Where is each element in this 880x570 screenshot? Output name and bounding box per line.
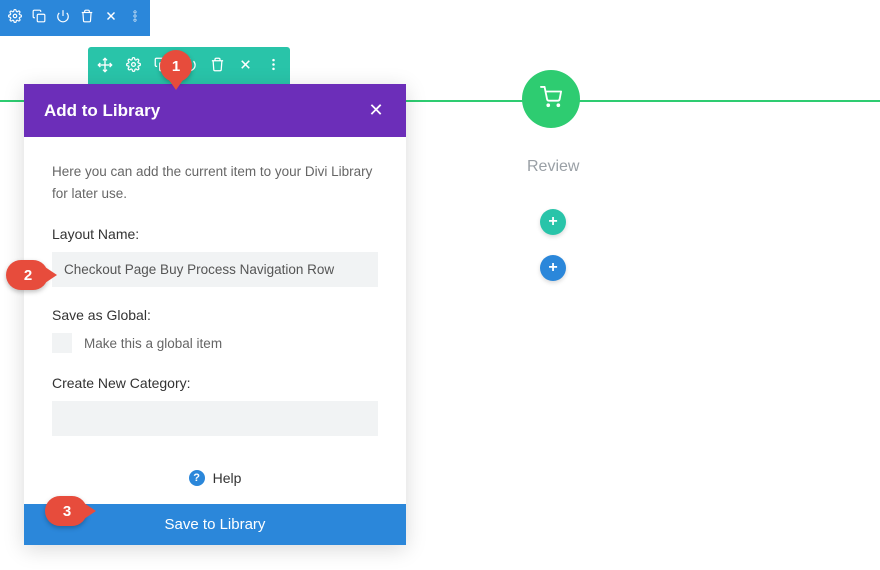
section-settings-button[interactable] (4, 7, 26, 29)
modal-title: Add to Library (44, 101, 160, 121)
more-vertical-icon (266, 57, 281, 77)
add-section-button[interactable]: + (540, 255, 566, 281)
trash-icon (80, 9, 94, 28)
close-icon (238, 57, 253, 77)
section-save-button[interactable] (52, 7, 74, 29)
callout-number: 1 (172, 58, 180, 75)
callout-marker-3: 3 (45, 496, 87, 526)
modal-description: Here you can add the current item to you… (52, 161, 378, 204)
move-icon (97, 57, 113, 78)
duplicate-icon (32, 9, 46, 28)
close-icon: ✕ (368, 100, 383, 120)
row-settings-button[interactable] (122, 56, 144, 78)
row-more-button[interactable] (262, 56, 284, 78)
global-checkbox-row: Make this a global item (52, 333, 378, 353)
callout-number: 3 (63, 503, 71, 520)
trash-icon (210, 57, 225, 77)
save-button-label: Save to Library (165, 516, 266, 533)
gear-icon (126, 57, 141, 77)
layout-name-label: Layout Name: (52, 226, 378, 242)
row-delete-button[interactable] (206, 56, 228, 78)
add-row-button[interactable]: + (540, 209, 566, 235)
callout-marker-2: 2 (6, 260, 48, 290)
section-toolbar (0, 0, 150, 36)
add-to-library-modal: Add to Library ✕ Here you can add the cu… (24, 84, 406, 545)
help-link[interactable]: ? Help (52, 470, 378, 486)
close-icon (104, 9, 118, 28)
row-close-button[interactable] (234, 56, 256, 78)
save-global-label: Save as Global: (52, 307, 378, 323)
help-label: Help (213, 470, 242, 486)
plus-icon: + (548, 259, 557, 277)
more-vertical-icon (128, 9, 142, 28)
cart-icon (540, 86, 562, 113)
global-checkbox[interactable] (52, 333, 72, 353)
modal-close-button[interactable]: ✕ (366, 100, 386, 121)
power-icon (56, 9, 70, 28)
section-duplicate-button[interactable] (28, 7, 50, 29)
row-move-button[interactable] (94, 56, 116, 78)
section-delete-button[interactable] (76, 7, 98, 29)
modal-header: Add to Library ✕ (24, 84, 406, 137)
gear-icon (8, 9, 22, 28)
create-category-label: Create New Category: (52, 375, 378, 391)
create-category-input[interactable] (52, 401, 378, 436)
review-step-label: Review (527, 158, 579, 176)
section-more-button[interactable] (124, 7, 146, 29)
plus-icon: + (548, 213, 557, 231)
callout-marker-1: 1 (160, 50, 192, 82)
callout-number: 2 (24, 267, 32, 284)
global-checkbox-label: Make this a global item (84, 336, 222, 351)
section-close-button[interactable] (100, 7, 122, 29)
cart-step-circle (522, 70, 580, 128)
layout-name-input[interactable] (52, 252, 378, 287)
modal-body: Here you can add the current item to you… (24, 137, 406, 504)
help-icon: ? (189, 470, 205, 486)
